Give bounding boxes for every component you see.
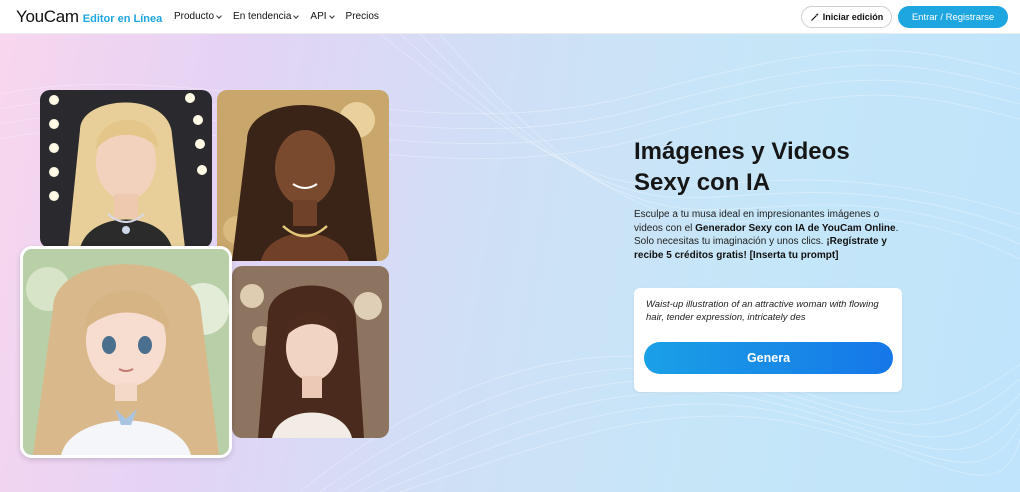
nav-item-en-tendencia[interactable]: En tendencia (233, 11, 300, 22)
gallery-image-anime (20, 246, 232, 458)
gallery-image-blonde (40, 90, 212, 248)
nav-label: API (310, 11, 327, 22)
hero-title-line-2: Sexy con IA (634, 169, 771, 196)
magic-wand-icon (810, 12, 819, 21)
start-editing-button[interactable]: Iniciar edición (801, 6, 892, 28)
hero-description: Esculpe a tu musa ideal en impresionante… (634, 208, 904, 262)
nav-label: Producto (174, 11, 215, 22)
generate-button[interactable]: Genera (644, 342, 893, 374)
nav-label: En tendencia (233, 11, 292, 22)
nav-item-api[interactable]: API (310, 11, 335, 22)
chevron-down-icon (293, 12, 300, 19)
chevron-down-icon (216, 12, 222, 19)
hero-title-line-1: Imágenes y Videos (634, 138, 850, 165)
nav-item-producto[interactable]: Producto (174, 11, 222, 22)
login-register-button[interactable]: Entrar / Registrarse (898, 6, 1008, 28)
logo-text: YouCam (16, 7, 79, 26)
main-nav: Producto En tendencia API Precios (174, 11, 391, 22)
start-editing-label: Iniciar edición (822, 12, 884, 22)
hero-title: Imágenes y Videos Sexy con IA (634, 136, 934, 198)
logo-subtitle: Editor en Línea (82, 13, 163, 25)
prompt-card: Waist-up illustration of an attractive w… (634, 288, 902, 392)
desc-bold-1: Generador Sexy con IA de YouCam Online (695, 222, 896, 234)
hero-section: Imágenes y Videos Sexy con IA Esculpe a … (0, 34, 1020, 492)
gallery-image-dark-hair (232, 266, 389, 438)
gallery-image-brunette (217, 90, 389, 261)
top-header: YouCam Editor en Línea Producto En tende… (0, 0, 1020, 34)
nav-label: Precios (345, 11, 379, 22)
nav-item-precios[interactable]: Precios (346, 11, 379, 22)
chevron-down-icon (328, 12, 335, 19)
prompt-input[interactable]: Waist-up illustration of an attractive w… (646, 298, 886, 324)
logo[interactable]: YouCam Editor en Línea (16, 7, 162, 27)
